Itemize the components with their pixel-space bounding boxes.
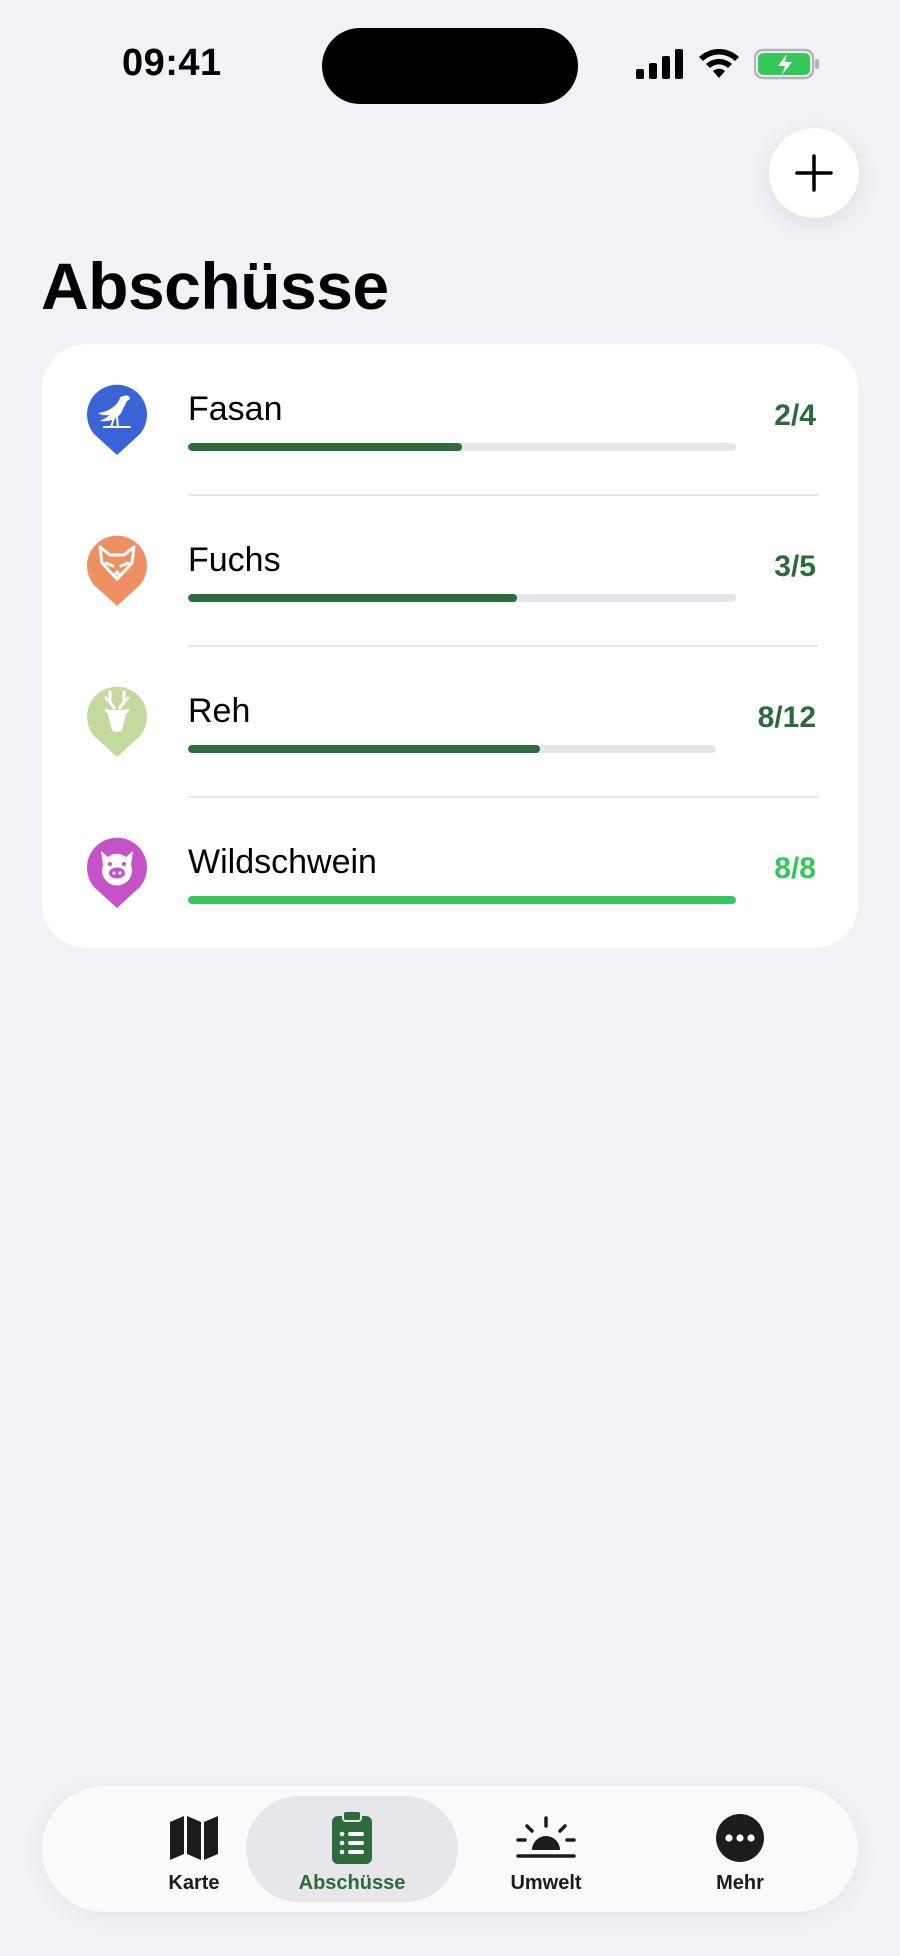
list-item-reh[interactable]: Reh 8/12 [42,646,858,797]
tab-umwelt[interactable]: Umwelt [440,1796,652,1902]
progress-bar [188,896,736,904]
tab-label: Umwelt [510,1872,582,1894]
tab-bar: Karte Abschüsse Umwelt Mehr [42,1786,858,1912]
list-item-fuchs[interactable]: Fuchs 3/5 [42,495,858,646]
pheasant-icon [87,384,147,455]
wifi-icon [699,49,739,78]
progress-fill [188,443,462,451]
quota-count: 8/8 [774,852,816,885]
dynamic-island [322,28,578,104]
battery-charging-icon [754,48,819,80]
progress-fill [188,594,517,602]
screen: 09:41 Abschüsse Fasan 2/4 Fuchs 3/5 Reh … [0,0,900,1956]
fox-icon [87,535,147,606]
sunrise-icon [516,1816,576,1858]
list-item-fasan[interactable]: Fasan 2/4 [42,344,858,495]
species-name: Fuchs [188,541,281,579]
status-time: 09:41 [122,42,222,84]
list-item-wildschwein[interactable]: Wildschwein 8/8 [42,797,858,948]
progress-fill [188,745,541,753]
progress-bar [188,443,736,451]
add-button[interactable] [769,128,859,218]
plus-icon [795,154,833,192]
species-name: Fasan [188,390,283,428]
progress-bar [188,745,716,753]
quota-count: 8/12 [757,701,816,734]
quota-count: 3/5 [774,550,816,583]
page-title: Abschüsse [41,249,389,323]
more-icon [716,1814,764,1862]
progress-fill [188,896,736,904]
tab-abschuesse[interactable]: Abschüsse [246,1796,458,1902]
species-name: Wildschwein [188,843,377,881]
clipboard-list-icon [332,1810,372,1864]
tab-label: Abschüsse [298,1872,406,1894]
deer-icon [87,686,147,757]
quota-count: 2/4 [774,399,816,432]
map-icon [170,1816,218,1860]
cellular-signal-icon [636,49,683,79]
tab-mehr[interactable]: Mehr [634,1796,846,1902]
progress-bar [188,594,736,602]
species-list-card: Fasan 2/4 Fuchs 3/5 Reh 8/12 Wildschwein… [42,344,858,948]
boar-icon [87,837,147,908]
tab-label: Karte [168,1872,220,1894]
tab-label: Mehr [716,1872,764,1894]
status-icons [636,48,820,80]
species-name: Reh [188,692,251,730]
